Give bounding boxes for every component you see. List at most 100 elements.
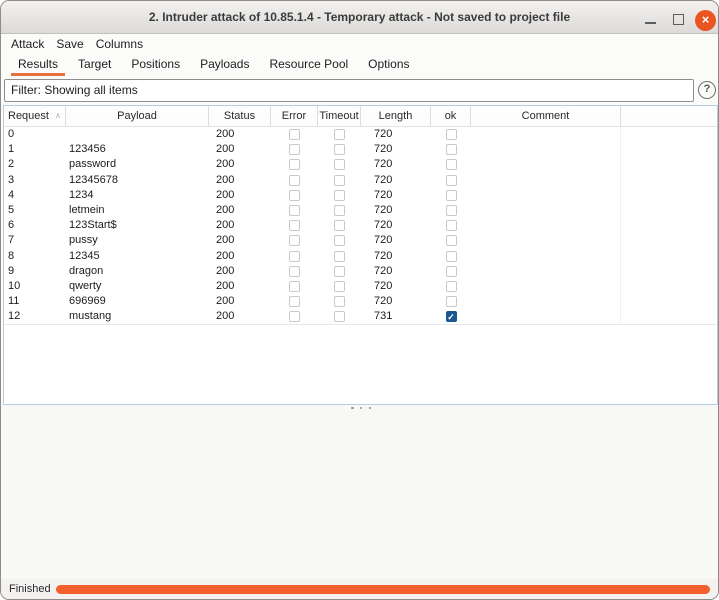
splitter-dot bbox=[369, 407, 372, 410]
cell-comment bbox=[471, 279, 621, 294]
error-checkbox[interactable] bbox=[289, 266, 300, 277]
cell-ok: ✓ bbox=[431, 309, 471, 324]
cell-status: 200 bbox=[209, 294, 271, 309]
error-checkbox[interactable] bbox=[289, 251, 300, 262]
ok-checkbox[interactable] bbox=[446, 175, 457, 186]
timeout-checkbox[interactable] bbox=[334, 311, 345, 322]
cell-extra bbox=[621, 188, 717, 203]
cell-payload: 12345 bbox=[66, 249, 209, 264]
ok-checkbox[interactable] bbox=[446, 251, 457, 262]
menu-item-save[interactable]: Save bbox=[50, 34, 89, 54]
table-row[interactable]: 9dragon200720 bbox=[4, 264, 717, 279]
ok-checkbox[interactable] bbox=[446, 296, 457, 307]
timeout-checkbox[interactable] bbox=[334, 190, 345, 201]
table-row[interactable]: 7pussy200720 bbox=[4, 233, 717, 248]
header-cell-error[interactable]: Error bbox=[271, 106, 318, 126]
cell-ok bbox=[431, 127, 471, 142]
results-table: Request∧PayloadStatus Error Timeout Length o… bbox=[3, 105, 718, 405]
close-button[interactable]: × bbox=[695, 10, 716, 31]
error-checkbox[interactable] bbox=[289, 205, 300, 216]
menu-item-columns[interactable]: Columns bbox=[90, 34, 149, 54]
timeout-checkbox[interactable] bbox=[334, 296, 345, 307]
header-cell-request[interactable]: Request∧ bbox=[4, 106, 66, 126]
header-cell-ok[interactable]: ok bbox=[431, 106, 471, 126]
table-row[interactable]: 12mustang200731✓ bbox=[4, 309, 717, 324]
error-checkbox[interactable] bbox=[289, 144, 300, 155]
header-cell-timeout[interactable]: Timeout bbox=[318, 106, 361, 126]
table-row[interactable]: 10qwerty200720 bbox=[4, 279, 717, 294]
ok-checkbox[interactable] bbox=[446, 190, 457, 201]
tab-target[interactable]: Target bbox=[71, 55, 118, 76]
ok-checkbox[interactable]: ✓ bbox=[446, 311, 457, 322]
cell-timeout bbox=[318, 279, 361, 294]
table-row[interactable]: 0200720 bbox=[4, 127, 717, 142]
cell-length: 720 bbox=[361, 142, 431, 157]
tab-positions[interactable]: Positions bbox=[124, 55, 187, 76]
timeout-checkbox[interactable] bbox=[334, 266, 345, 277]
header-label: Error bbox=[282, 110, 306, 122]
cell-length: 720 bbox=[361, 173, 431, 188]
ok-checkbox[interactable] bbox=[446, 281, 457, 292]
ok-checkbox[interactable] bbox=[446, 159, 457, 170]
table-row[interactable]: 812345200720 bbox=[4, 249, 717, 264]
cell-length: 720 bbox=[361, 249, 431, 264]
timeout-checkbox[interactable] bbox=[334, 159, 345, 170]
timeout-checkbox[interactable] bbox=[334, 144, 345, 155]
cell-timeout bbox=[318, 157, 361, 172]
error-checkbox[interactable] bbox=[289, 220, 300, 231]
help-icon[interactable]: ? bbox=[698, 81, 716, 99]
filter-bar[interactable]: Filter: Showing all items bbox=[4, 79, 694, 102]
error-checkbox[interactable] bbox=[289, 175, 300, 186]
header-cell-status[interactable]: Status bbox=[209, 106, 271, 126]
splitter-handle[interactable] bbox=[351, 406, 371, 410]
header-cell-payload[interactable]: Payload bbox=[66, 106, 209, 126]
table-row[interactable]: 11696969200720 bbox=[4, 294, 717, 309]
table-row[interactable]: 2password200720 bbox=[4, 157, 717, 172]
cell-extra bbox=[621, 127, 717, 142]
error-checkbox[interactable] bbox=[289, 235, 300, 246]
header-cell-extra[interactable] bbox=[621, 106, 717, 126]
timeout-checkbox[interactable] bbox=[334, 175, 345, 186]
header-cell-comment[interactable]: Comment bbox=[471, 106, 621, 126]
timeout-checkbox[interactable] bbox=[334, 281, 345, 292]
table-row[interactable]: 5letmein200720 bbox=[4, 203, 717, 218]
tab-options[interactable]: Options bbox=[361, 55, 416, 76]
error-checkbox[interactable] bbox=[289, 159, 300, 170]
timeout-checkbox[interactable] bbox=[334, 129, 345, 140]
error-checkbox[interactable] bbox=[289, 190, 300, 201]
table-row[interactable]: 41234200720 bbox=[4, 188, 717, 203]
tab-results[interactable]: Results bbox=[11, 55, 65, 76]
timeout-checkbox[interactable] bbox=[334, 251, 345, 262]
error-checkbox[interactable] bbox=[289, 129, 300, 140]
timeout-checkbox[interactable] bbox=[334, 235, 345, 246]
cell-request: 6 bbox=[4, 218, 66, 233]
ok-checkbox[interactable] bbox=[446, 144, 457, 155]
minimize-button[interactable] bbox=[645, 22, 656, 24]
ok-checkbox[interactable] bbox=[446, 129, 457, 140]
table-header: Request∧PayloadStatus Error Timeout Length o… bbox=[4, 106, 717, 127]
ok-checkbox[interactable] bbox=[446, 266, 457, 277]
ok-checkbox[interactable] bbox=[446, 235, 457, 246]
tab-resource-pool[interactable]: Resource Pool bbox=[262, 55, 355, 76]
ok-checkbox[interactable] bbox=[446, 205, 457, 216]
error-checkbox[interactable] bbox=[289, 311, 300, 322]
tab-payloads[interactable]: Payloads bbox=[193, 55, 256, 76]
table-row[interactable]: 6123Start$200720 bbox=[4, 218, 717, 233]
cell-comment bbox=[471, 218, 621, 233]
maximize-button[interactable] bbox=[673, 14, 684, 25]
cell-error bbox=[271, 157, 318, 172]
header-cell-length[interactable]: Length bbox=[361, 106, 431, 126]
cell-payload: mustang bbox=[66, 309, 209, 324]
timeout-checkbox[interactable] bbox=[334, 205, 345, 216]
menu-item-attack[interactable]: Attack bbox=[5, 34, 50, 54]
error-checkbox[interactable] bbox=[289, 296, 300, 307]
cell-comment bbox=[471, 157, 621, 172]
table-row[interactable]: 1123456200720 bbox=[4, 142, 717, 157]
error-checkbox[interactable] bbox=[289, 281, 300, 292]
ok-checkbox[interactable] bbox=[446, 220, 457, 231]
timeout-checkbox[interactable] bbox=[334, 220, 345, 231]
table-row[interactable]: 312345678200720 bbox=[4, 173, 717, 188]
header-label: Length bbox=[379, 110, 413, 122]
cell-error bbox=[271, 173, 318, 188]
cell-extra bbox=[621, 173, 717, 188]
